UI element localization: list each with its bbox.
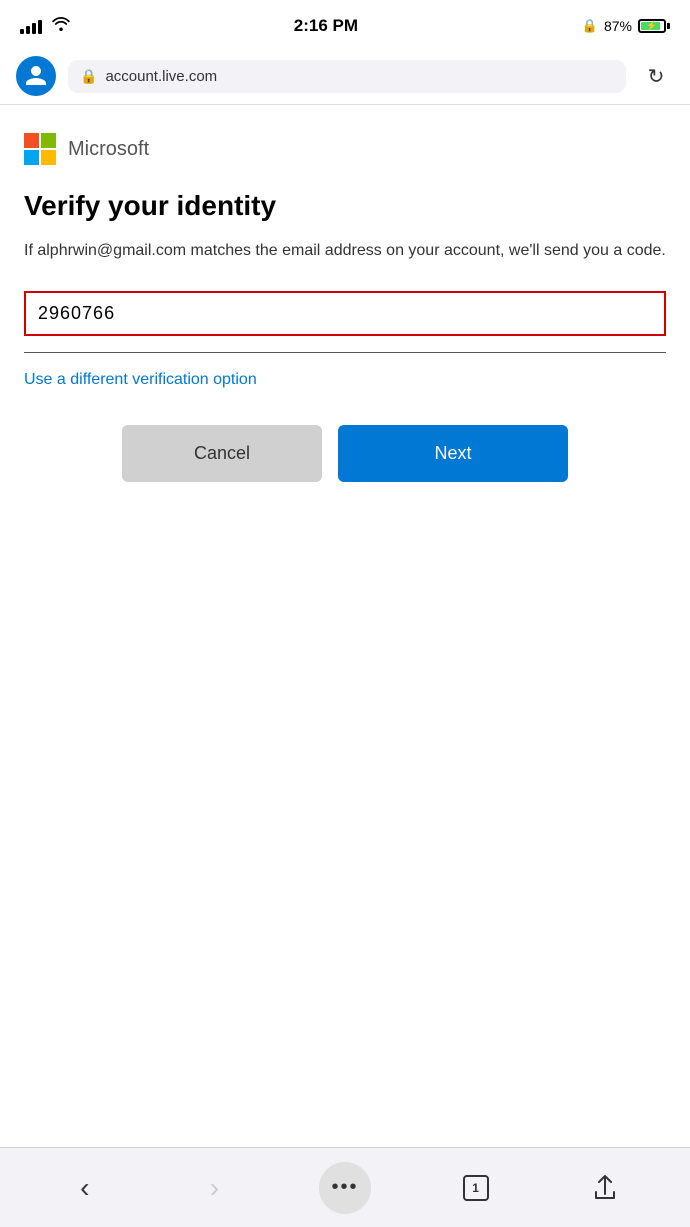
page-title: Verify your identity: [24, 189, 666, 223]
wifi-icon: [52, 17, 70, 36]
url-lock-icon: 🔒: [80, 68, 97, 85]
back-icon: ‹: [80, 1172, 89, 1204]
user-icon: [24, 64, 48, 88]
buttons-row: Cancel Next: [24, 425, 666, 482]
more-options-button[interactable]: •••: [319, 1162, 371, 1214]
url-text: account.live.com: [105, 68, 217, 85]
cancel-button[interactable]: Cancel: [122, 425, 322, 482]
input-underline: [24, 352, 666, 353]
status-left: [20, 17, 70, 36]
dots-icon: •••: [331, 1176, 358, 1199]
share-icon: [592, 1174, 618, 1202]
microsoft-logo: Microsoft: [24, 133, 666, 165]
avatar[interactable]: [16, 56, 56, 96]
browser-bar: 🔒 account.live.com ↻: [0, 48, 690, 105]
forward-icon: ›: [210, 1172, 219, 1204]
status-bar: 2:16 PM 🔒 87% ⚡: [0, 0, 690, 48]
ms-square-yellow: [41, 150, 56, 165]
tabs-button[interactable]: 1: [451, 1163, 501, 1213]
ms-square-red: [24, 133, 39, 148]
microsoft-name: Microsoft: [68, 138, 149, 161]
code-input-container[interactable]: [24, 291, 666, 336]
refresh-button[interactable]: ↻: [638, 58, 674, 94]
page-description: If alphrwin@gmail.com matches the email …: [24, 239, 666, 263]
forward-button[interactable]: ›: [189, 1163, 239, 1213]
ms-squares-icon: [24, 133, 56, 165]
back-button[interactable]: ‹: [60, 1163, 110, 1213]
bottom-nav: ‹ › ••• 1: [0, 1147, 690, 1227]
ms-square-blue: [24, 150, 39, 165]
signal-icon: [20, 18, 42, 34]
ms-square-green: [41, 133, 56, 148]
different-verification-link[interactable]: Use a different verification option: [24, 371, 257, 389]
share-button[interactable]: [580, 1163, 630, 1213]
lock-status-icon: 🔒: [582, 18, 598, 34]
content-area: Microsoft Verify your identity If alphrw…: [0, 105, 690, 482]
url-bar[interactable]: 🔒 account.live.com: [68, 60, 626, 93]
battery-icon: ⚡: [638, 19, 670, 33]
status-time: 2:16 PM: [294, 16, 358, 36]
battery-percent: 87%: [604, 18, 632, 34]
tab-count-badge: 1: [463, 1175, 489, 1201]
next-button[interactable]: Next: [338, 425, 568, 482]
status-right: 🔒 87% ⚡: [582, 18, 670, 34]
code-input[interactable]: [38, 303, 652, 324]
